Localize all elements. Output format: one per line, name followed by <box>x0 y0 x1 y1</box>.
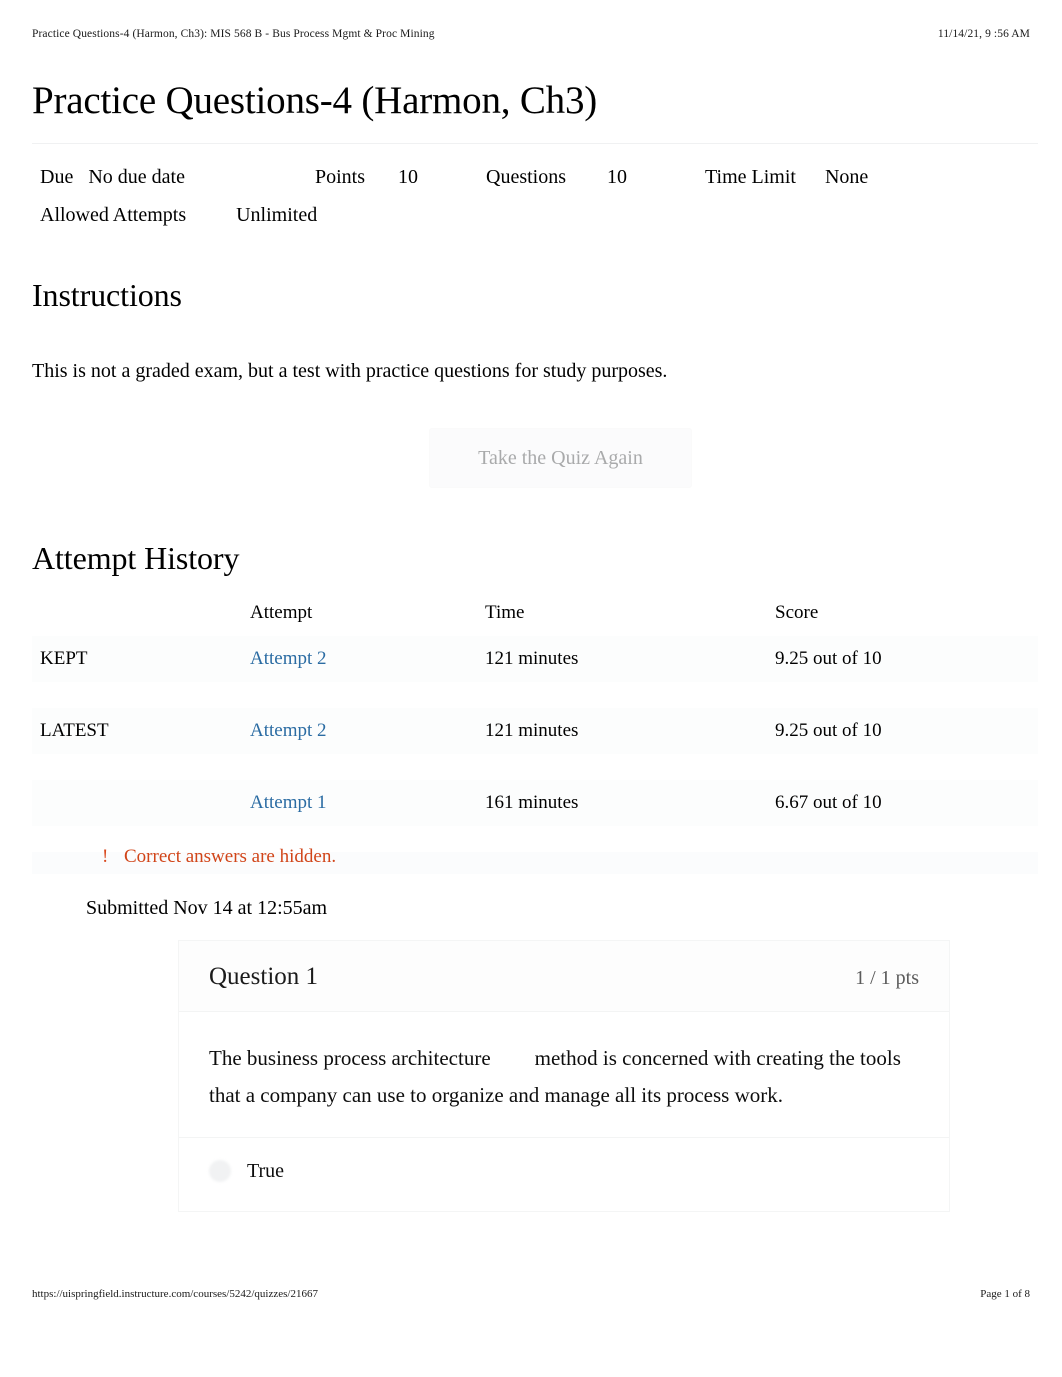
print-footer-page: Page 1 of 8 <box>980 1288 1030 1300</box>
column-header-flag <box>32 596 250 636</box>
due-value: No due date <box>88 166 185 188</box>
row-score: 9.25 out of 10 <box>775 708 1038 754</box>
print-header-title: Practice Questions-4 (Harmon, Ch3): MIS … <box>32 28 435 40</box>
quiz-metadata-row-1: Due No due date Points 10 Questions 10 T… <box>32 158 1038 196</box>
row-attempt: Attempt 2 <box>250 708 485 754</box>
column-header-attempt: Attempt <box>250 602 313 623</box>
hidden-answers-notice-text: Correct answers are hidden. <box>124 846 337 867</box>
row-time: 121 minutes <box>485 636 775 682</box>
radio-button-icon[interactable] <box>209 1160 231 1183</box>
table-row: KEPT Attempt 2 121 minutes 9.25 out of 1… <box>32 636 1038 682</box>
row-time: 161 minutes <box>485 780 775 826</box>
attempt-link[interactable]: Attempt 1 <box>250 792 327 813</box>
answer-option-true[interactable]: True <box>209 1160 919 1183</box>
print-header-timestamp: 11/14/21, 9 :56 AM <box>937 28 1030 40</box>
points-group: Points 10 <box>315 158 418 196</box>
print-footer: https://uispringfield.instructure.com/co… <box>32 1288 1030 1300</box>
points-label: Points <box>314 166 365 188</box>
question-card: Question 1 1 / 1 pts The business proces… <box>178 940 950 1212</box>
table-row: Attempt 1 161 minutes 6.67 out of 10 <box>32 780 1038 826</box>
question-header: Question 1 1 / 1 pts <box>179 941 949 1012</box>
row-score: 9.25 out of 10 <box>775 636 1038 682</box>
attempt-history-body: KEPT Attempt 2 121 minutes 9.25 out of 1… <box>32 636 1038 874</box>
row-score: 6.67 out of 10 <box>775 780 1038 826</box>
take-quiz-again-button[interactable]: Take the Quiz Again <box>429 428 692 488</box>
answer-label: True <box>247 1159 285 1182</box>
table-row-spacer <box>32 754 1038 780</box>
column-header-time: Time <box>485 602 525 623</box>
spacer-cell <box>32 754 1038 780</box>
row-flag: KEPT <box>32 636 250 682</box>
row-attempt: Attempt 2 <box>250 636 485 682</box>
submission-timestamp: Submitted Nov 14 at 12:55am <box>86 897 328 919</box>
quiz-metadata-row-2: Allowed Attempts Unlimited <box>40 196 1038 234</box>
question-points: 1 / 1 pts <box>855 967 919 989</box>
exclamation-icon: ! <box>102 846 109 867</box>
allowed-attempts-label: Allowed Attempts <box>40 204 187 226</box>
row-flag: LATEST <box>32 708 250 754</box>
print-footer-url: https://uispringfield.instructure.com/co… <box>32 1288 318 1300</box>
allowed-attempts-value: Unlimited <box>236 204 318 226</box>
table-row: LATEST Attempt 2 121 minutes 9.25 out of… <box>32 708 1038 754</box>
due-group: Due No due date <box>40 158 185 196</box>
spacer-cell <box>32 682 1038 708</box>
row-flag <box>32 780 250 826</box>
instructions-body: This is not a graded exam, but a test wi… <box>32 360 668 382</box>
time-limit-group: Time Limit None <box>705 158 868 196</box>
page-title: Practice Questions-4 (Harmon, Ch3) <box>32 79 598 122</box>
question-text-part1: The business process architecture <box>209 1046 491 1070</box>
questions-group: Questions 10 <box>486 158 627 196</box>
time-limit-label: Time Limit <box>705 166 796 188</box>
hidden-answers-notice: ! Correct answers are hidden. <box>102 846 336 868</box>
instructions-heading: Instructions <box>32 277 182 313</box>
row-time: 121 minutes <box>485 708 775 754</box>
points-value: 10 <box>398 166 418 188</box>
attempt-history-table: Attempt Time Score KEPT Attempt 2 121 mi… <box>32 596 1038 874</box>
question-answers: True <box>179 1136 949 1211</box>
due-label: Due <box>40 166 74 188</box>
take-quiz-again-label: Take the Quiz Again <box>478 446 643 469</box>
attempt-link[interactable]: Attempt 2 <box>250 648 327 669</box>
time-limit-value: None <box>824 166 869 188</box>
table-row-spacer <box>32 682 1038 708</box>
question-title: Question 1 <box>209 963 319 990</box>
attempt-history-head: Attempt Time Score <box>32 596 1038 636</box>
attempt-history-header-row: Attempt Time Score <box>32 596 1038 636</box>
quiz-metadata: Due No due date Points 10 Questions 10 T… <box>32 143 1038 234</box>
attempt-history-heading: Attempt History <box>32 540 240 576</box>
column-header-score: Score <box>775 602 819 623</box>
row-attempt: Attempt 1 <box>250 780 485 826</box>
questions-value: 10 <box>607 166 627 188</box>
question-text: The business process architecture method … <box>179 1012 949 1137</box>
attempt-link[interactable]: Attempt 2 <box>250 720 327 741</box>
questions-label: Questions <box>486 166 566 188</box>
print-header: Practice Questions-4 (Harmon, Ch3): MIS … <box>32 28 1030 40</box>
